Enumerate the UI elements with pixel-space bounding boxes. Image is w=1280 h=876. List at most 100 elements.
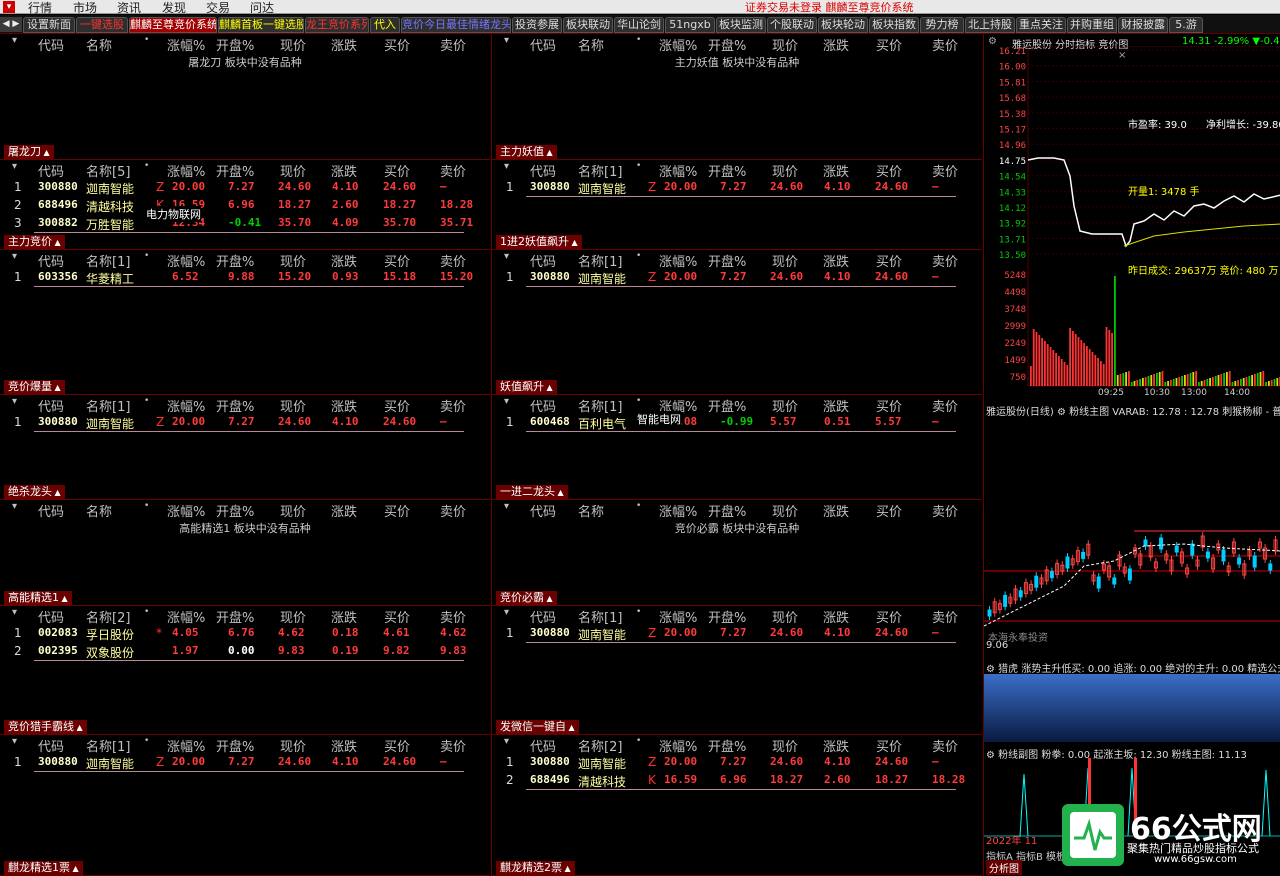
panel-p3[interactable]: ▾ 代码 名称[5] • 涨幅% 开盘% 现价 涨跌 买价 卖价 1 300880 迦南智能 Z 20.00… (0, 160, 490, 250)
col-4[interactable]: 现价 (280, 35, 306, 54)
panel-menu-icon[interactable]: ▾ (504, 161, 509, 172)
panel-p13[interactable]: ▾ 代码 名称[1] • 涨幅% 开盘% 现价 涨跌 买价 卖价 1 300880 迦南智能 Z 20.00… (0, 735, 490, 876)
tab-0[interactable]: 设置新面 (23, 17, 75, 33)
tab-20[interactable]: 5.游 (1169, 17, 1203, 33)
col-4[interactable]: 现价 (772, 501, 798, 520)
table-row[interactable]: 1600468百利电气10.08-0.995.570.515.57—智能电网 (492, 411, 982, 431)
panel-title[interactable]: 竞价猎手霸线 (4, 720, 87, 734)
panel-p7[interactable]: ▾ 代码 名称[1] • 涨幅% 开盘% 现价 涨跌 买价 卖价 1 300880 迦南智能 Z 20.00… (0, 395, 490, 500)
col-2[interactable]: 涨幅% (167, 35, 205, 54)
tab-9[interactable]: 华山论剑 (614, 17, 664, 33)
panel-menu-icon[interactable]: ▾ (12, 161, 17, 172)
col-6[interactable]: 买价 (876, 501, 902, 520)
menu-trade[interactable]: 交易 (206, 0, 230, 16)
tab-4[interactable]: 龙王竞价系列 (305, 17, 369, 33)
tab-11[interactable]: 板块监测 (716, 17, 766, 33)
tab-1[interactable]: 一键选股 (76, 17, 128, 33)
tab-5[interactable]: 代入 (370, 17, 400, 33)
panel-p14[interactable]: ▾ 代码 名称[2] • 涨幅% 开盘% 现价 涨跌 买价 卖价 1 300880 迦南智能 Z 20.00… (492, 735, 982, 876)
tab-6[interactable]: 竞价今日最佳情绪龙头 (401, 17, 511, 33)
table-row[interactable]: 1 300880 迦南智能 Z 20.00 7.27 24.60 4.10 24.60 — (492, 178, 982, 196)
table-row[interactable]: 1 300880 迦南智能 Z 20.00 7.27 24.60 4.10 24.60 — (492, 753, 982, 771)
table-row[interactable]: 3 300882 万胜智能 12.34 -0.41 35.70 4.09 35.70 35.71… (0, 206, 490, 232)
panel-p5[interactable]: ▾ 代码 名称[1] • 涨幅% 开盘% 现价 涨跌 买价 卖价 1 603356 华菱精工 6.52 9.… (0, 250, 490, 395)
panel-menu-icon[interactable]: ▾ (504, 251, 509, 262)
panel-menu-icon[interactable]: ▾ (12, 251, 17, 262)
table-row[interactable]: 2 688496 清越科技 K 16.59 6.96 18.27 2.60 18.27 18.28 (0, 196, 490, 214)
panel-title[interactable]: 主力竞价 (4, 235, 65, 249)
menu-discover[interactable]: 发现 (162, 0, 186, 16)
col-3[interactable]: 开盘% (216, 501, 254, 520)
col-2[interactable]: 涨幅% (659, 501, 697, 520)
col-2[interactable]: 涨幅% (659, 35, 697, 54)
col-code[interactable]: 代码 (38, 35, 64, 54)
menu-ask[interactable]: 问达 (250, 0, 274, 16)
col-name[interactable]: 名称 (86, 501, 112, 520)
panel-title[interactable]: 1进2妖值飙升 (496, 235, 582, 249)
tab-8[interactable]: 板块联动 (563, 17, 613, 33)
panel-p12[interactable]: ▾ 代码 名称[1] • 涨幅% 开盘% 现价 涨跌 买价 卖价 1 300880 迦南智能 Z 20.00… (492, 606, 982, 735)
col-name[interactable]: 名称 (578, 35, 604, 54)
table-row[interactable]: 1 300880 迦南智能 Z 20.00 7.27 24.60 4.10 24.60 — (492, 624, 982, 642)
col-7[interactable]: 卖价 (440, 501, 466, 520)
tab-10[interactable]: 51ngxb (665, 17, 715, 33)
tab-2[interactable]: 麒麟至尊竞价系统 (129, 17, 217, 33)
panel-menu-icon[interactable]: ▾ (12, 396, 17, 407)
panel-title[interactable]: 麒龙精选2票 (496, 861, 575, 875)
panel-p6[interactable]: ▾ 代码 名称[1] • 涨幅% 开盘% 现价 涨跌 买价 卖价 1 300880 迦南智能 Z 20.00… (492, 250, 982, 395)
col-3[interactable]: 开盘% (708, 35, 746, 54)
tab-12[interactable]: 个股联动 (767, 17, 817, 33)
tab-scroll-left-icon[interactable]: ◀ ▶ (0, 17, 22, 32)
panel-menu-icon[interactable]: ▾ (504, 396, 509, 407)
panel-title[interactable]: 竞价必霸 (496, 591, 557, 605)
tab-19[interactable]: 财报披露 (1118, 17, 1168, 33)
panel-menu-icon[interactable]: ▾ (504, 607, 509, 618)
panel-menu-icon[interactable]: ▾ (12, 736, 17, 747)
table-row[interactable]: 1 300880 迦南智能 Z 20.00 7.27 24.60 4.10 24.60 — (492, 268, 982, 286)
col-name[interactable]: 名称 (578, 501, 604, 520)
intraday-chart[interactable]: 16.21 16.00 15.81 15.68 15.38 15.17 14.96 14.75… (984, 46, 1280, 400)
menu-market[interactable]: 市场 (73, 0, 97, 16)
menu-quotes[interactable]: 行情 (28, 0, 52, 16)
panel-p1[interactable]: ▾ 代码 名称 • 涨幅% 开盘% 现价 涨跌 买价 卖价 屠龙刀 板块中没有品种 屠龙刀 (0, 34, 490, 160)
table-row[interactable]: 1 300880 迦南智能 Z 20.00 7.27 24.60 4.10 24.60 — (0, 413, 490, 431)
tab-16[interactable]: 北上持股 (965, 17, 1015, 33)
col-6[interactable]: 买价 (876, 35, 902, 54)
col-2[interactable]: 涨幅% (167, 501, 205, 520)
tab-17[interactable]: 重点关注 (1016, 17, 1066, 33)
panel-menu-icon[interactable]: ▾ (12, 607, 17, 618)
tab-7[interactable]: 投资参展 (512, 17, 562, 33)
panel-p8[interactable]: ▾代码名称[1]•涨幅%开盘%现价涨跌买价卖价1600468百利电气10.08-… (492, 395, 982, 500)
panel-menu-icon[interactable]: ▾ (504, 35, 509, 46)
panel-menu-icon[interactable]: ▾ (12, 35, 17, 46)
kline-chart[interactable] (984, 416, 1280, 656)
col-5[interactable]: 涨跌 (823, 501, 849, 520)
col-6[interactable]: 买价 (384, 501, 410, 520)
table-row[interactable]: 2 688496 清越科技 K 16.59 6.96 18.27 2.60 18.27 18.28 (492, 771, 982, 789)
menu-news[interactable]: 资讯 (117, 0, 141, 16)
panel-title[interactable]: 竞价爆量 (4, 380, 65, 394)
col-3[interactable]: 开盘% (216, 35, 254, 54)
bottom-tab-3[interactable]: 分析图 (986, 860, 1022, 875)
col-5[interactable]: 涨跌 (331, 501, 357, 520)
table-row[interactable]: 2 002395 双象股份 1.97 0.00 9.83 0.19 9.82 9.83 (0, 642, 490, 660)
col-3[interactable]: 开盘% (708, 501, 746, 520)
col-7[interactable]: 卖价 (932, 501, 958, 520)
col-code[interactable]: 代码 (38, 501, 64, 520)
panel-title[interactable]: 主力妖值 (496, 145, 557, 159)
panel-p10[interactable]: ▾ 代码 名称 • 涨幅% 开盘% 现价 涨跌 买价 卖价 竞价必霸 板块中没有品种 竞价必霸 (492, 500, 982, 606)
tab-15[interactable]: 势力榜 (920, 17, 964, 33)
tab-13[interactable]: 板块轮动 (818, 17, 868, 33)
app-logo-icon[interactable]: ▾ (3, 1, 15, 13)
tab-14[interactable]: 板块指数 (869, 17, 919, 33)
col-5[interactable]: 涨跌 (331, 35, 357, 54)
col-name[interactable]: 名称 (86, 35, 112, 54)
panel-title[interactable]: 妖值飙升 (496, 380, 557, 394)
panel-menu-icon[interactable]: ▾ (504, 736, 509, 747)
panel-title[interactable]: 高能精选1 (4, 591, 72, 605)
panel-menu-icon[interactable]: ▾ (504, 501, 509, 512)
tab-18[interactable]: 并购重组 (1067, 17, 1117, 33)
col-4[interactable]: 现价 (280, 501, 306, 520)
table-row[interactable]: 1 300880 迦南智能 Z 20.00 7.27 24.60 4.10 24.60 — (0, 178, 490, 196)
tab-3[interactable]: 麒麟首板一键选股 (218, 17, 304, 33)
